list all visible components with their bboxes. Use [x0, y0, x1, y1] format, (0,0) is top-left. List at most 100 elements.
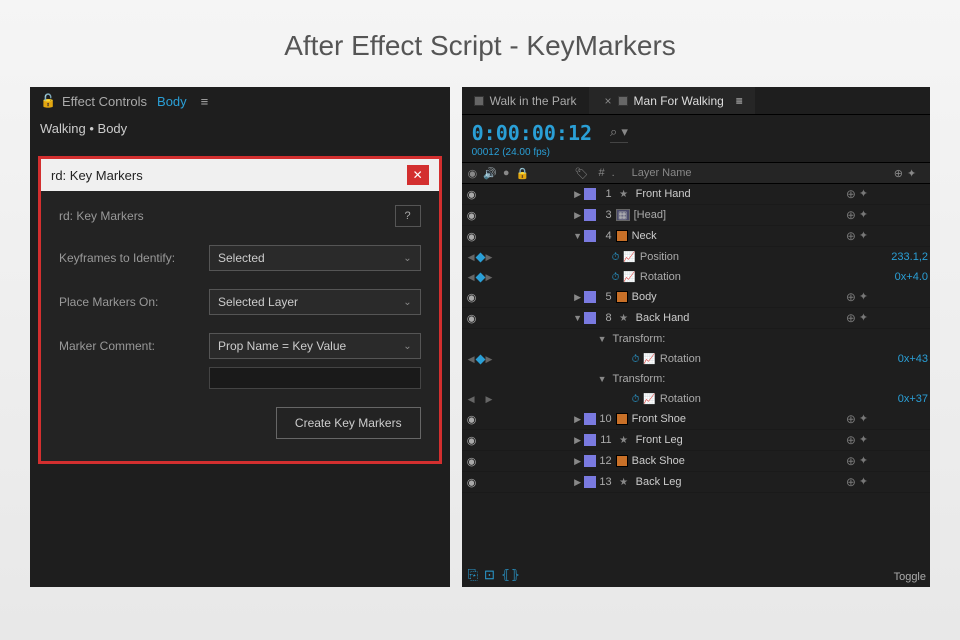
visibility-toggle[interactable]: ◉ [466, 455, 478, 468]
collapse-icon[interactable]: ✦ [859, 290, 868, 304]
layer-row[interactable]: ◉▶10Front Shoe⊕✦ [462, 409, 930, 430]
keyframes-select[interactable]: Selected ⌄ [209, 245, 421, 271]
layer-name[interactable]: Body [628, 291, 832, 303]
graph-icon[interactable]: 📈 [643, 394, 655, 405]
label-color[interactable] [584, 291, 596, 303]
collapse-icon[interactable]: ✦ [859, 229, 868, 243]
layer-name[interactable]: Neck [628, 230, 832, 242]
label-color[interactable] [584, 434, 596, 446]
shy-icon[interactable]: ⊕ [846, 311, 856, 325]
collapse-icon[interactable]: ✦ [859, 311, 868, 325]
transform-group[interactable]: ▼Transform: [462, 369, 930, 389]
stopwatch-icon[interactable]: ⏱ [632, 354, 640, 365]
shy-icon[interactable]: ⊕ [846, 475, 856, 489]
eye-header-icon[interactable]: ◉ [468, 167, 478, 180]
shy-icon[interactable]: ⊕ [846, 290, 856, 304]
layer-name[interactable]: Back Shoe [628, 455, 832, 467]
visibility-toggle[interactable]: ◉ [466, 312, 478, 325]
property-row[interactable]: ◀▶⏱📈Rotation0x+37 [462, 389, 930, 409]
graph-icon[interactable]: 📈 [623, 272, 635, 283]
shy-icon[interactable]: ⊕ [846, 454, 856, 468]
panel-menu-icon[interactable]: ≡ [736, 94, 743, 108]
solo-header-icon[interactable]: ● [503, 167, 510, 179]
property-value[interactable]: 0x+37 [882, 393, 930, 405]
lock-header-icon[interactable]: 🔒 [516, 167, 530, 180]
graph-icon[interactable]: 📈 [643, 354, 655, 365]
expand-triangle-icon[interactable]: ▼ [598, 374, 607, 384]
fx-header-icon[interactable]: ✦ [907, 167, 916, 180]
shy-icon[interactable]: ⊕ [846, 229, 856, 243]
visibility-toggle[interactable]: ◉ [466, 188, 478, 201]
timeline-search[interactable]: ⌕▾ [610, 124, 628, 143]
motion-blur-icon[interactable]: ⦃⦄ [501, 567, 520, 583]
label-color[interactable] [584, 413, 596, 425]
label-color[interactable] [584, 312, 596, 324]
layer-row[interactable]: ◉▶11★Front Leg⊕✦ [462, 430, 930, 451]
visibility-toggle[interactable]: ◉ [466, 476, 478, 489]
property-value[interactable]: 0x+43 [882, 353, 930, 365]
expand-triangle-icon[interactable]: ▶ [572, 477, 584, 488]
expand-triangle-icon[interactable]: ▶ [572, 210, 584, 221]
expand-triangle-icon[interactable]: ▶ [572, 414, 584, 425]
layer-name[interactable]: Front Shoe [628, 413, 832, 425]
stopwatch-icon[interactable]: ⏱ [632, 394, 640, 405]
layer-name[interactable]: Front Hand [632, 188, 832, 200]
layer-row[interactable]: ◉▶13★Back Leg⊕✦ [462, 472, 930, 493]
lock-open-icon[interactable]: 🔓 [40, 93, 52, 109]
transform-group[interactable]: ▼Transform: [462, 329, 930, 349]
layer-row[interactable]: ◉▶3▦[Head]⊕✦ [462, 205, 930, 226]
label-color[interactable] [584, 455, 596, 467]
shy-icon[interactable]: ⊕ [846, 433, 856, 447]
tab-walk-in-park[interactable]: Walk in the Park [462, 87, 589, 114]
label-color[interactable] [584, 230, 596, 242]
panel-menu-icon[interactable]: ≡ [201, 94, 209, 109]
keyframe-diamond-icon[interactable] [475, 354, 485, 364]
expand-triangle-icon[interactable]: ▼ [572, 231, 584, 241]
render-queue-icon[interactable]: ⎘ [468, 567, 478, 583]
visibility-toggle[interactable]: ◉ [466, 209, 478, 222]
collapse-icon[interactable]: ✦ [859, 208, 868, 222]
shy-icon[interactable]: ⊕ [846, 187, 856, 201]
collapse-icon[interactable]: ✦ [859, 433, 868, 447]
layer-name[interactable]: Back Hand [632, 312, 832, 324]
keyframe-diamond-icon[interactable] [475, 252, 485, 262]
graph-icon[interactable]: 📈 [623, 252, 635, 263]
comment-custom-input[interactable] [209, 367, 421, 389]
expand-triangle-icon[interactable]: ▶ [572, 189, 584, 200]
layer-name[interactable]: Back Leg [632, 476, 832, 488]
timecode[interactable]: 0:00:00:12 [472, 121, 592, 145]
shy-icon[interactable]: ⊕ [846, 208, 856, 222]
layer-row[interactable]: ◉▶5Body⊕✦ [462, 287, 930, 308]
property-value[interactable]: 233.1,2 [882, 251, 930, 263]
visibility-toggle[interactable]: ◉ [466, 413, 478, 426]
collapse-icon[interactable]: ✦ [859, 187, 868, 201]
visibility-toggle[interactable]: ◉ [466, 434, 478, 447]
visibility-toggle[interactable]: ◉ [466, 230, 478, 243]
layer-name[interactable]: [Head] [630, 209, 832, 221]
shy-header-icon[interactable]: ⊕ [894, 167, 903, 180]
property-value[interactable]: 0x+4.0 [882, 271, 930, 283]
dialog-close-button[interactable]: ✕ [407, 165, 429, 185]
label-color[interactable] [584, 188, 596, 200]
label-color[interactable] [584, 476, 596, 488]
expand-triangle-icon[interactable]: ▼ [598, 334, 607, 344]
collapse-icon[interactable]: ✦ [859, 475, 868, 489]
help-button[interactable]: ? [395, 205, 421, 227]
shy-icon[interactable]: ⊕ [846, 412, 856, 426]
stopwatch-icon[interactable]: ⏱ [612, 272, 620, 283]
tab-close-icon[interactable]: × [605, 94, 612, 108]
place-select[interactable]: Selected Layer ⌄ [209, 289, 421, 315]
layer-row[interactable]: ◉▼4Neck⊕✦ [462, 226, 930, 247]
layer-row[interactable]: ◉▼8★Back Hand⊕✦ [462, 308, 930, 329]
expand-triangle-icon[interactable]: ▶ [572, 456, 584, 467]
tab-man-for-walking[interactable]: × Man For Walking ≡ [589, 87, 755, 114]
collapse-icon[interactable]: ✦ [859, 412, 868, 426]
keyframe-diamond-icon[interactable] [475, 272, 485, 282]
layer-row[interactable]: ◉▶1★Front Hand⊕✦ [462, 184, 930, 205]
frame-blend-icon[interactable]: ⊡ [484, 567, 495, 583]
stopwatch-icon[interactable]: ⏱ [612, 252, 620, 263]
speaker-header-icon[interactable]: 🔊 [483, 167, 497, 180]
expand-triangle-icon[interactable]: ▶ [572, 292, 584, 303]
expand-triangle-icon[interactable]: ▼ [572, 313, 584, 323]
property-row[interactable]: ◀▶⏱📈Rotation0x+4.0 [462, 267, 930, 287]
